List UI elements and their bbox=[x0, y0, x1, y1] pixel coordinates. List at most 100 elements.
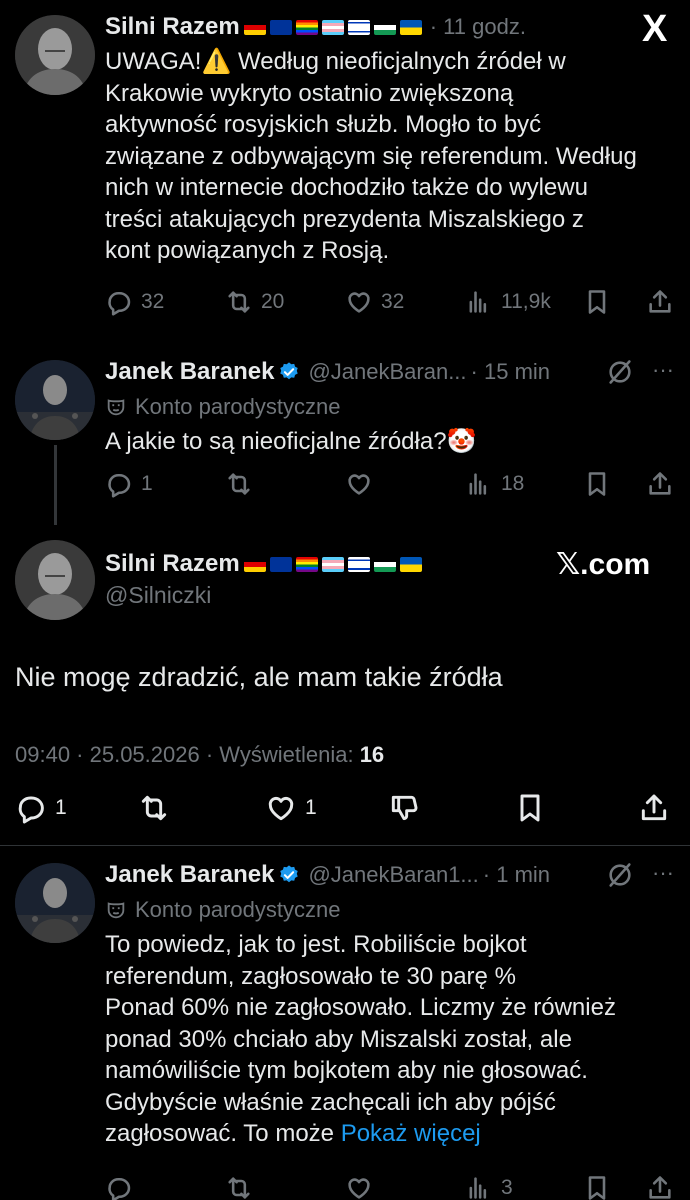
flag-eu-icon bbox=[269, 556, 292, 572]
main-header: Silni Razem bbox=[105, 547, 422, 581]
tweet1-actions: 32 20 32 11,9k bbox=[0, 282, 690, 322]
tweet-line: aktywność rosyjskich służb. Mogło to być bbox=[105, 111, 542, 138]
reply-icon bbox=[105, 288, 133, 316]
repost-button[interactable] bbox=[225, 464, 253, 504]
avatar-silni-razem[interactable] bbox=[15, 540, 95, 620]
author-name[interactable]: Janek Baranek bbox=[105, 861, 274, 889]
like-count: 32 bbox=[381, 290, 405, 313]
views-count: 3 bbox=[501, 1176, 513, 1199]
parody-label: Konto parodystyczne bbox=[105, 392, 340, 422]
flag-rainbow-icon bbox=[295, 556, 318, 572]
reply-count: 32 bbox=[141, 290, 165, 313]
views-button[interactable]: 11,9k bbox=[465, 282, 551, 322]
flag-palestine-icon bbox=[373, 556, 396, 572]
reply-button[interactable]: 1 bbox=[15, 788, 67, 828]
show-more-link[interactable]: Pokaż więcej bbox=[341, 1120, 481, 1147]
tweet1-body: UWAGA!⚠️ Według nieoficjalnych źródeł w … bbox=[105, 46, 637, 267]
share-button[interactable] bbox=[646, 464, 674, 504]
parody-label-text: Konto parodystyczne bbox=[135, 897, 341, 922]
tweet-time: · 15 min bbox=[470, 359, 551, 384]
tweet-line: referendum, zagłosowało te 30 parę % bbox=[105, 962, 516, 990]
bookmark-icon bbox=[583, 288, 611, 316]
flag-ukraine-icon bbox=[399, 19, 422, 35]
flag-trans-icon bbox=[321, 556, 344, 572]
avatar-janek-baranek[interactable] bbox=[15, 863, 95, 943]
verified-badge-icon bbox=[280, 362, 299, 380]
tweet-time: · 1 min bbox=[482, 862, 551, 887]
x-logo-icon: X bbox=[642, 8, 668, 50]
divider bbox=[0, 845, 690, 846]
tweet-line: Krakowie wykryto ostatnio zwiększoną bbox=[105, 79, 514, 107]
heart-icon bbox=[265, 792, 297, 824]
avatar-janek-baranek[interactable] bbox=[15, 360, 95, 440]
reply-icon bbox=[105, 470, 133, 498]
views-count: 16 bbox=[359, 742, 385, 767]
heart-icon bbox=[345, 470, 373, 498]
like-button[interactable] bbox=[345, 1168, 373, 1200]
share-button[interactable] bbox=[646, 1168, 674, 1200]
bookmark-icon bbox=[514, 792, 546, 824]
author-handle[interactable]: @Silniczki bbox=[105, 582, 211, 609]
views-count: 18 bbox=[501, 472, 525, 495]
grok-button[interactable] bbox=[606, 352, 634, 392]
author-handle[interactable]: @JanekBaran... bbox=[308, 359, 466, 385]
author-name[interactable]: Silni Razem bbox=[105, 13, 240, 41]
tweet4-actions: 3 bbox=[0, 1168, 690, 1200]
tweet4-header: Janek Baranek @JanekBaran1... · 1 min bbox=[105, 858, 550, 892]
mask-icon bbox=[105, 396, 127, 418]
reply-button[interactable]: 1 bbox=[105, 464, 153, 504]
more-options-button[interactable]: ··· bbox=[652, 357, 674, 383]
dislike-icon bbox=[388, 792, 420, 824]
repost-count: 20 bbox=[261, 290, 285, 313]
bookmark-button[interactable] bbox=[583, 464, 611, 504]
share-icon bbox=[638, 792, 670, 824]
reply-count: 1 bbox=[55, 796, 67, 819]
share-button[interactable] bbox=[646, 282, 674, 322]
bookmark-button[interactable] bbox=[583, 1168, 611, 1200]
more-options-button[interactable]: ··· bbox=[652, 860, 674, 886]
flag-germany-icon bbox=[243, 556, 266, 572]
grok-button[interactable] bbox=[606, 855, 634, 895]
bookmark-icon bbox=[583, 1174, 611, 1200]
main-tweet-text: Nie mogę zdradzić, ale mam takie źródła bbox=[15, 662, 503, 692]
repost-icon bbox=[225, 288, 253, 316]
views-button[interactable]: 18 bbox=[465, 464, 524, 504]
flag-rainbow-icon bbox=[295, 19, 318, 35]
parody-label-text: Konto parodystyczne bbox=[135, 394, 341, 419]
repost-button[interactable]: 20 bbox=[225, 282, 284, 322]
share-button[interactable] bbox=[638, 788, 670, 828]
reply-button[interactable] bbox=[105, 1168, 133, 1200]
tweet-line: UWAGA!⚠️ Według nieoficjalnych źródeł w bbox=[105, 48, 566, 75]
bookmark-button[interactable] bbox=[583, 282, 611, 322]
author-handle[interactable]: @JanekBaran1... bbox=[308, 862, 478, 888]
tweet-meta: 09:40 · 25.05.2026 · Wyświetlenia: 16 bbox=[15, 742, 384, 768]
repost-button[interactable] bbox=[225, 1168, 253, 1200]
dislike-button[interactable] bbox=[388, 788, 420, 828]
like-button[interactable] bbox=[345, 464, 373, 504]
flag-emojis bbox=[243, 556, 422, 572]
slash-circle-icon bbox=[606, 358, 634, 386]
flag-ukraine-icon bbox=[399, 556, 422, 572]
heart-icon bbox=[345, 1174, 373, 1200]
flag-eu-icon bbox=[269, 19, 292, 35]
tweet-line: nich w internecie dochodziło także do wy… bbox=[105, 174, 588, 201]
views-icon bbox=[465, 1174, 493, 1200]
bookmark-icon bbox=[583, 470, 611, 498]
tweet-line: zagłosować. To może Pokaż więcej bbox=[105, 1118, 616, 1150]
x-com-watermark: 𝕏.com bbox=[556, 548, 651, 581]
share-icon bbox=[646, 470, 674, 498]
author-name[interactable]: Janek Baranek bbox=[105, 358, 274, 386]
like-button[interactable]: 1 bbox=[265, 788, 317, 828]
share-icon bbox=[646, 1174, 674, 1200]
avatar-silni-razem[interactable] bbox=[15, 15, 95, 95]
repost-icon bbox=[225, 1174, 253, 1200]
tweet-line: związane z odbywającym się referendum. W… bbox=[105, 142, 637, 170]
repost-button[interactable] bbox=[138, 788, 170, 828]
reply-button[interactable]: 32 bbox=[105, 282, 164, 322]
tweet-line: kont powiązanych z Rosją. bbox=[105, 237, 390, 264]
views-button[interactable]: 3 bbox=[465, 1168, 513, 1200]
author-name[interactable]: Silni Razem bbox=[105, 550, 240, 578]
like-button[interactable]: 32 bbox=[345, 282, 404, 322]
reply-count: 1 bbox=[141, 472, 153, 495]
bookmark-button[interactable] bbox=[514, 788, 546, 828]
